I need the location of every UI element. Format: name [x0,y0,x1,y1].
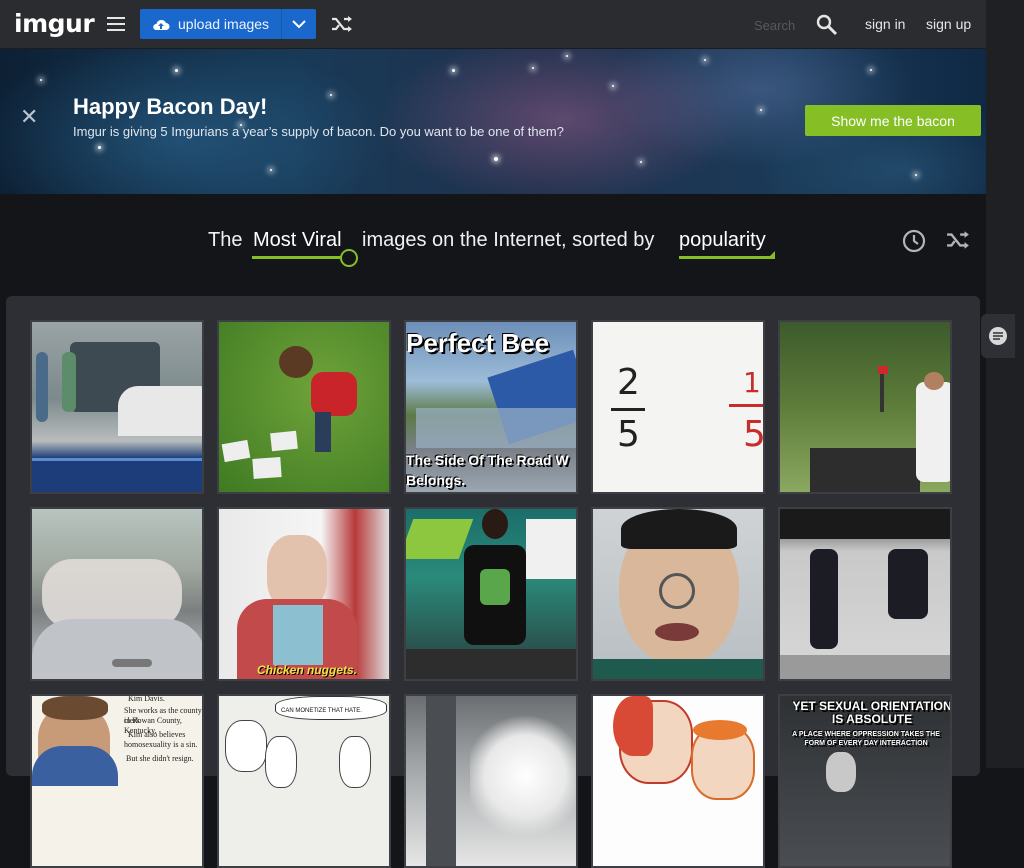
thumbnail-caption-line: Belongs. [406,472,466,488]
clock-icon[interactable] [902,229,926,253]
promo-banner: ✕ Happy Bacon Day! Imgur is giving 5 Img… [0,49,986,194]
thumbnail-13[interactable] [404,694,578,868]
section-selector-knob-icon[interactable] [340,249,358,267]
thumbnail-8[interactable] [404,507,578,681]
hamburger-menu-icon[interactable] [107,17,125,31]
thumbnail-3[interactable]: Perfect Bee The Side Of The Road W Belon… [404,320,578,494]
thumbnail-subcaption: A PLACE WHERE OPPRESSION TAKES THE FORM … [792,731,940,747]
side-rail [986,0,1024,768]
thumbnail-6[interactable] [30,507,204,681]
show-bacon-button[interactable]: Show me the bacon [805,105,981,136]
thumbnail-caption: Chicken nuggets. [257,663,358,677]
thumbnail-9[interactable] [591,507,765,681]
clerk-name-text: Kim Davis. [128,694,165,703]
thumbnail-10[interactable] [778,507,952,681]
fraction-denominator: 5 [617,414,640,455]
sort-order-underline [679,256,775,259]
chat-bubble-icon[interactable] [981,314,1015,358]
cloud-upload-icon [153,19,170,30]
thumbnail-7[interactable]: Chicken nuggets. [217,507,391,681]
sort-order-corner-icon [768,251,775,258]
top-navigation-bar: imgur upload images sign in sign up [0,0,986,49]
shuffle-icon[interactable] [946,230,970,250]
sort-order-selector[interactable]: popularity [679,229,766,252]
clerk-line-5: But she didn't resign. [126,754,194,763]
banner-title: Happy Bacon Day! [73,94,268,119]
search-icon[interactable] [816,14,838,36]
clerk-line-3: Kim also believes [128,730,186,739]
banner-subtitle: Imgur is giving 5 Imgurians a year’s sup… [73,124,564,139]
search-input[interactable] [752,14,814,36]
thumbnail-14[interactable] [591,694,765,868]
upload-images-button: upload images [140,9,316,39]
thumbnail-2[interactable] [217,320,391,494]
fraction-denominator: 5 [743,414,765,455]
random-shuffle-icon[interactable] [331,15,353,33]
upload-images-main[interactable]: upload images [140,9,281,39]
image-gallery: Perfect Bee The Side Of The Road W Belon… [6,296,980,868]
sign-in-link[interactable]: sign in [865,16,905,32]
thumbnail-caption: Perfect Bee [406,328,550,358]
comic-speech-text: CAN MONETIZE THAT HATE. [281,708,362,714]
thumbnail-caption-line: The Side Of The Road W [406,452,569,468]
upload-dropdown-chevron-icon[interactable] [281,9,316,39]
thumbnail-12[interactable]: CAN MONETIZE THAT HATE. [217,694,391,868]
sort-middle-text: images on the Internet, sorted by [362,229,655,251]
imgur-logo[interactable]: imgur [14,9,95,38]
sign-up-link[interactable]: sign up [926,16,971,32]
section-selector[interactable]: Most Viral [253,229,342,252]
thumbnail-caption: YET SEXUAL ORIENTATION IS ABSOLUTE [792,699,952,726]
thumbnail-1[interactable] [30,320,204,494]
clerk-line-4: homosexuality is a sin. [124,740,198,749]
sort-prefix-text: The [208,229,243,251]
fraction-numerator: 1 [743,366,761,399]
thumbnail-11[interactable]: Kim Davis. She works as the county clerk… [30,694,204,868]
section-underline [252,256,349,259]
thumbnail-15[interactable]: YET SEXUAL ORIENTATION IS ABSOLUTE A PLA… [778,694,952,868]
fraction-numerator: 2 [617,362,640,403]
thumbnail-5[interactable] [778,320,952,494]
thumbnail-4[interactable]: 2 5 1 5 [591,320,765,494]
upload-images-label: upload images [178,16,270,32]
banner-close-icon[interactable]: ✕ [20,106,38,128]
